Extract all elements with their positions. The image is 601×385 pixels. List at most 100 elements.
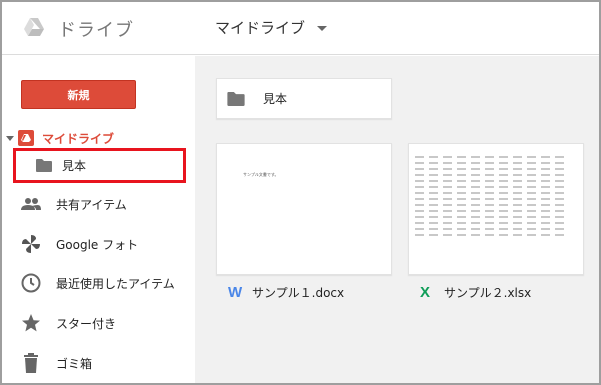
sheet-preview-cell [499, 234, 508, 236]
sheet-preview-cell [513, 156, 522, 158]
sheet-preview-cell [471, 228, 480, 230]
sheet-preview-cell [555, 234, 564, 236]
sheet-preview-cell [513, 162, 522, 164]
file-name: サンプル１.docx [252, 285, 345, 300]
doc-preview-text: サンプル文書です。 [243, 172, 279, 177]
new-button[interactable]: 新規 [21, 80, 136, 109]
sidebar-folder-sample[interactable]: 見本 [13, 148, 186, 183]
sheet-preview-cell [485, 162, 494, 164]
file-thumbnail: サンプル文書です。 [216, 143, 392, 275]
breadcrumb-my-drive[interactable]: マイドライブ [215, 17, 328, 38]
file-name: サンプル２.xlsx [444, 285, 532, 300]
sheet-preview-cell [485, 234, 494, 236]
sheet-preview-cell [471, 192, 480, 194]
sheet-preview-cell [429, 192, 438, 194]
excel-icon: X [420, 283, 431, 301]
trash-icon [20, 352, 42, 374]
sidebar-item-label: 共有アイテム [56, 197, 127, 212]
sidebar-item-label: ゴミ箱 [56, 356, 93, 371]
star-icon [20, 312, 42, 334]
sheet-preview-cell [457, 228, 466, 230]
sheet-preview-cell [443, 156, 452, 158]
sidebar-item-shared[interactable]: 共有アイテム [20, 192, 127, 216]
sheet-preview-cell [457, 174, 466, 176]
sheet-preview-cell [457, 216, 466, 218]
sheet-preview-cell [527, 162, 536, 164]
sheet-preview-cell [485, 156, 494, 158]
sheet-preview-cell [555, 216, 564, 218]
sheet-preview-cell [429, 222, 438, 224]
sheet-preview-cell [471, 186, 480, 188]
sheet-preview-cell [541, 156, 550, 158]
sheet-preview-cell [429, 168, 438, 170]
sheet-preview-cell [513, 222, 522, 224]
expand-arrow-icon[interactable] [6, 135, 14, 141]
sheet-preview-cell [541, 228, 550, 230]
sidebar-item-my-drive[interactable]: マイドライブ [6, 129, 114, 147]
sheet-preview-cell [527, 174, 536, 176]
sheet-preview-cell [415, 186, 424, 188]
sheet-preview-cell [471, 216, 480, 218]
people-icon [20, 193, 42, 215]
sheet-preview-cell [471, 168, 480, 170]
sheet-preview-cell [429, 198, 438, 200]
sidebar-item-label: スター付き [56, 316, 117, 331]
sheet-preview-cell [443, 162, 452, 164]
sheet-preview-cell [555, 156, 564, 158]
sheet-preview-cell [499, 210, 508, 212]
sheet-preview-cell [513, 234, 522, 236]
sheet-preview-cell [541, 174, 550, 176]
sheet-preview-cell [513, 168, 522, 170]
sheet-preview-cell [555, 192, 564, 194]
sheet-preview-cell [429, 228, 438, 230]
file-card-docx[interactable]: サンプル文書です。 W サンプル１.docx [216, 143, 392, 309]
sheet-preview-cell [541, 192, 550, 194]
sheet-preview-cell [499, 162, 508, 164]
sidebar-item-starred[interactable]: スター付き [20, 311, 116, 335]
drive-logo-icon[interactable] [22, 15, 46, 39]
sheet-preview-cell [513, 204, 522, 206]
pinwheel-icon [20, 233, 42, 255]
file-card-xlsx[interactable]: X サンプル２.xlsx [408, 143, 584, 309]
app-title: ドライブ [58, 20, 134, 41]
my-drive-icon [18, 130, 34, 146]
sheet-preview-cell [415, 234, 424, 236]
sidebar-item-trash[interactable]: ゴミ箱 [20, 351, 92, 375]
folder-icon [227, 91, 245, 106]
sheet-preview-cell [541, 234, 550, 236]
sheet-preview-cell [415, 198, 424, 200]
word-icon: W [228, 283, 243, 301]
sheet-preview-cell [443, 228, 452, 230]
sidebar-item-google-photos[interactable]: Google フォト [20, 232, 138, 256]
folder-card[interactable]: 見本 [216, 78, 392, 119]
sidebar-item-recent[interactable]: 最近使用したアイテム [20, 271, 175, 295]
sheet-preview-cell [471, 180, 480, 182]
sheet-preview-cell [429, 180, 438, 182]
sheet-preview-cell [415, 222, 424, 224]
sheet-preview-cell [513, 228, 522, 230]
sheet-preview-cell [499, 204, 508, 206]
sheet-preview-cell [499, 222, 508, 224]
sheet-preview-cell [527, 228, 536, 230]
sheet-preview-cell [415, 162, 424, 164]
sheet-preview-cell [527, 180, 536, 182]
sheet-preview-cell [527, 204, 536, 206]
sheet-preview-cell [443, 210, 452, 212]
sheet-preview-cell [499, 180, 508, 182]
sheet-preview-cell [499, 216, 508, 218]
sheet-preview-cell [429, 210, 438, 212]
sheet-preview-cell [527, 210, 536, 212]
sheet-preview-cell [485, 180, 494, 182]
sheet-preview-cell [443, 180, 452, 182]
sheet-preview-cell [541, 168, 550, 170]
sheet-preview-cell [457, 234, 466, 236]
sheet-preview-cell [443, 168, 452, 170]
sheet-preview-cell [513, 210, 522, 212]
sheet-preview-cell [471, 156, 480, 158]
sheet-preview-cell [415, 204, 424, 206]
sheet-preview-cell [527, 156, 536, 158]
sheet-preview-cell [443, 174, 452, 176]
sheet-preview-cell [443, 222, 452, 224]
sheet-preview-cell [527, 198, 536, 200]
sheet-preview-cell [457, 168, 466, 170]
